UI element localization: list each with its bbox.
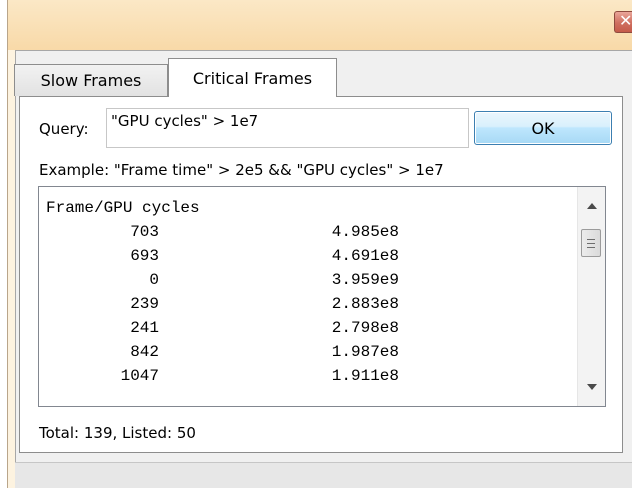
frame-number: 239	[130, 295, 159, 313]
vertical-scrollbar[interactable]	[577, 187, 605, 406]
list-item[interactable]: 0 3.959e9	[39, 271, 578, 295]
list-item[interactable]: 239 2.883e8	[39, 295, 578, 319]
tab-slow-frames-label: Slow Frames	[40, 71, 142, 90]
grip-line	[587, 243, 595, 244]
list-header: Frame/GPU cycles	[46, 199, 200, 217]
gpu-cycles-value: 2.883e8	[331, 295, 399, 313]
frames-list-content: Frame/GPU cycles 703 4.985e8 693 4.691e8 0 3.…	[39, 187, 578, 406]
status-bar	[15, 462, 632, 488]
gpu-cycles-value: 4.985e8	[331, 223, 399, 241]
scroll-thumb[interactable]	[581, 229, 601, 257]
scroll-up-icon[interactable]	[587, 203, 597, 209]
list-item[interactable]: 842 1.987e8	[39, 343, 578, 367]
close-icon: ✕	[619, 11, 632, 30]
gpu-cycles-value: 4.691e8	[331, 247, 399, 265]
tab-critical-frames[interactable]: Critical Frames	[168, 58, 337, 97]
ok-button[interactable]: OK	[474, 111, 612, 145]
list-item[interactable]: 703 4.985e8	[39, 223, 578, 247]
list-item[interactable]: 1047 1.911e8	[39, 367, 578, 391]
summary-text: Total: 139, Listed: 50	[39, 424, 196, 442]
title-bar: ✕	[8, 0, 632, 50]
scroll-down-icon[interactable]	[587, 384, 597, 390]
frame-number: 241	[130, 319, 159, 337]
grip-line	[587, 239, 595, 240]
frame-number: 842	[130, 343, 159, 361]
frames-list[interactable]: Frame/GPU cycles 703 4.985e8 693 4.691e8 0 3.…	[38, 186, 606, 407]
frame-number: 703	[130, 223, 159, 241]
close-button[interactable]: ✕	[614, 11, 632, 33]
gpu-cycles-value: 3.959e9	[331, 271, 399, 289]
tab-critical-frames-label: Critical Frames	[192, 68, 313, 88]
gpu-cycles-value: 1.987e8	[331, 343, 399, 361]
grip-line	[587, 247, 595, 248]
list-item[interactable]: 241 2.798e8	[39, 319, 578, 343]
tab-slow-frames[interactable]: Slow Frames	[14, 64, 168, 96]
frame-number: 1047	[120, 367, 159, 385]
example-hint: Example: "Frame time" > 2e5 && "GPU cycl…	[39, 161, 444, 179]
frame-number: 693	[130, 247, 159, 265]
gpu-cycles-value: 2.798e8	[331, 319, 399, 337]
query-input[interactable]	[106, 108, 469, 148]
query-label: Query:	[39, 120, 89, 138]
frame-number: 0	[149, 271, 159, 289]
list-item[interactable]: 693 4.691e8	[39, 247, 578, 271]
gpu-cycles-value: 1.911e8	[331, 367, 399, 385]
